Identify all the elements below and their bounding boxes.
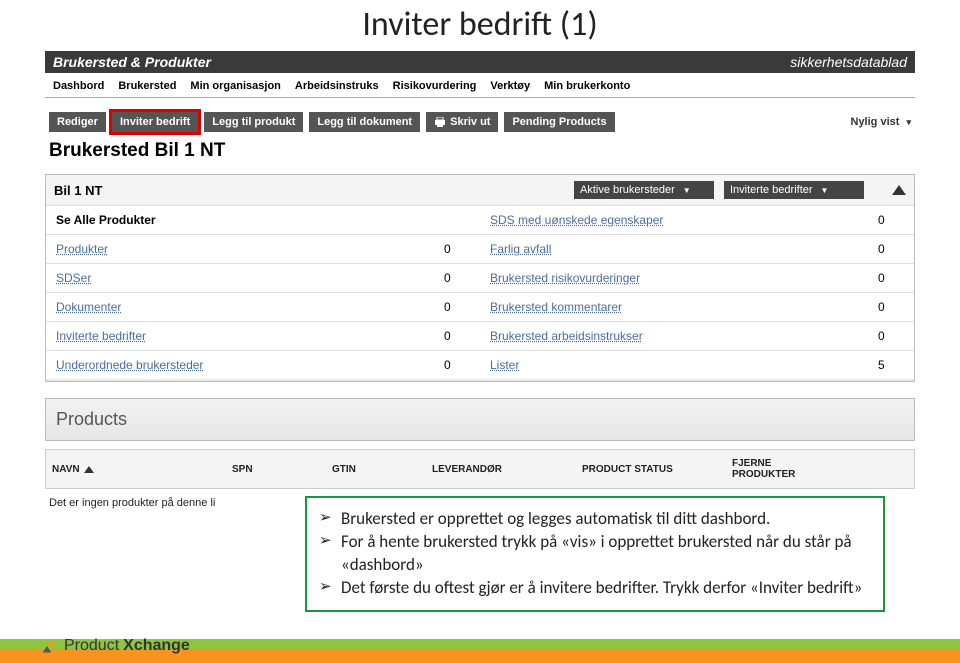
stat-value: 5 xyxy=(868,350,914,379)
underordnede-brukersteder-link[interactable]: Underordnede brukersteder xyxy=(46,350,434,379)
nav-brukersted[interactable]: Brukersted xyxy=(114,77,180,95)
slide-title: Inviter bedrift (1) xyxy=(0,0,960,51)
brand-text-b: Xchange xyxy=(123,637,190,655)
nylig-vist-dropdown[interactable]: Nylig vist ▾ xyxy=(851,116,912,128)
products-heading: Products xyxy=(56,409,904,430)
instruction-overlay: Brukersted er opprettet og legges automa… xyxy=(305,496,885,612)
header-right: sikkerhetsdatablad xyxy=(790,54,907,70)
nav-min-organisasjon[interactable]: Min organisasjon xyxy=(186,77,284,95)
header-left: Brukersted & Produkter xyxy=(53,54,211,70)
col-leverandor[interactable]: LEVERANDØR xyxy=(426,450,576,488)
aktive-brukersteder-select[interactable]: Aktive brukersteder xyxy=(574,181,714,199)
sds-uonskede-link[interactable]: SDS med uønskede egenskaper xyxy=(480,205,868,234)
panel-title: Bil 1 NT xyxy=(54,183,102,198)
stat-value: 0 xyxy=(868,263,914,292)
inviterte-bedrifter-select[interactable]: Inviterte bedrifter xyxy=(724,181,864,199)
stat-value xyxy=(434,205,480,234)
rediger-button[interactable]: Rediger xyxy=(49,112,106,132)
col-navn[interactable]: NAVN xyxy=(46,450,226,488)
products-panel-header: Products xyxy=(45,398,915,441)
stats-grid: Se Alle Produkter SDS med uønskede egens… xyxy=(46,205,914,379)
legg-til-produkt-button[interactable]: Legg til produkt xyxy=(204,112,303,132)
farlig-avfall-link[interactable]: Farlig avfall xyxy=(480,234,868,263)
nav-arbeidsinstruks[interactable]: Arbeidsinstruks xyxy=(291,77,383,95)
nav-verktoy[interactable]: Verktøy xyxy=(486,77,534,95)
lister-link[interactable]: Lister xyxy=(480,350,868,379)
stat-value: 0 xyxy=(868,292,914,321)
stat-value: 0 xyxy=(434,234,480,263)
stat-value: 0 xyxy=(868,234,914,263)
stat-value: 0 xyxy=(868,321,914,350)
pending-products-button[interactable]: Pending Products xyxy=(504,112,614,132)
brukersted-panel: Bil 1 NT Aktive brukersteder Inviterte b… xyxy=(45,174,915,382)
nylig-vist-label: Nylig vist xyxy=(851,116,900,128)
recycle-icon xyxy=(34,633,60,659)
kommentarer-link[interactable]: Brukersted kommentarer xyxy=(480,292,868,321)
se-alle-produkter-link[interactable]: Se Alle Produkter xyxy=(46,205,434,234)
chevron-down-icon: ▾ xyxy=(906,117,911,127)
stat-value: 0 xyxy=(434,321,480,350)
dokumenter-link[interactable]: Dokumenter xyxy=(46,292,434,321)
brand-text-a: Product xyxy=(64,637,119,655)
skriv-ut-label: Skriv ut xyxy=(450,116,490,128)
footer-logo: ProductXchange xyxy=(34,633,190,659)
instruction-item: Det første du oftest gjør er å invitere … xyxy=(319,577,871,600)
produkter-link[interactable]: Produkter xyxy=(46,234,434,263)
nav-risikovurdering[interactable]: Risikovurdering xyxy=(389,77,481,95)
risikovurderinger-link[interactable]: Brukersted risikovurderinger xyxy=(480,263,868,292)
app-screenshot: Brukersted & Produkter sikkerhetsdatabla… xyxy=(45,51,915,517)
print-icon xyxy=(434,117,446,127)
col-gtin[interactable]: GTIN xyxy=(326,450,426,488)
inviterte-bedrifter-link[interactable]: Inviterte bedrifter xyxy=(46,321,434,350)
arbeidsinstrukser-link[interactable]: Brukersted arbeidsinstrukser xyxy=(480,321,868,350)
sdser-link[interactable]: SDSer xyxy=(46,263,434,292)
legg-til-dokument-button[interactable]: Legg til dokument xyxy=(309,112,420,132)
stat-value: 0 xyxy=(434,350,480,379)
nav-min-brukerkonto[interactable]: Min brukerkonto xyxy=(540,77,634,95)
page-title: Brukersted Bil 1 NT xyxy=(45,136,915,174)
stat-value: 0 xyxy=(434,263,480,292)
instruction-item: For å hente brukersted trykk på «vis» i … xyxy=(319,531,871,577)
col-product-status[interactable]: PRODUCT STATUS xyxy=(576,450,726,488)
skriv-ut-button[interactable]: Skriv ut xyxy=(426,112,498,132)
instruction-item: Brukersted er opprettet og legges automa… xyxy=(319,508,871,531)
col-fjerne-produkter[interactable]: FJERNE PRODUKTER xyxy=(726,450,836,488)
inviter-bedrift-button[interactable]: Inviter bedrift xyxy=(112,112,198,132)
app-header: Brukersted & Produkter sikkerhetsdatabla… xyxy=(45,51,915,73)
products-table-header: NAVN SPN GTIN LEVERANDØR PRODUCT STATUS … xyxy=(45,449,915,489)
sort-ascending-icon[interactable] xyxy=(892,185,906,195)
stat-value: 0 xyxy=(868,205,914,234)
sort-icon xyxy=(84,466,94,473)
nav-dashbord[interactable]: Dashbord xyxy=(49,77,108,95)
main-nav: Dashbord Brukersted Min organisasjon Arb… xyxy=(45,73,915,98)
col-spn[interactable]: SPN xyxy=(226,450,326,488)
stat-value: 0 xyxy=(434,292,480,321)
action-toolbar: Rediger Inviter bedrift Legg til produkt… xyxy=(49,112,615,132)
